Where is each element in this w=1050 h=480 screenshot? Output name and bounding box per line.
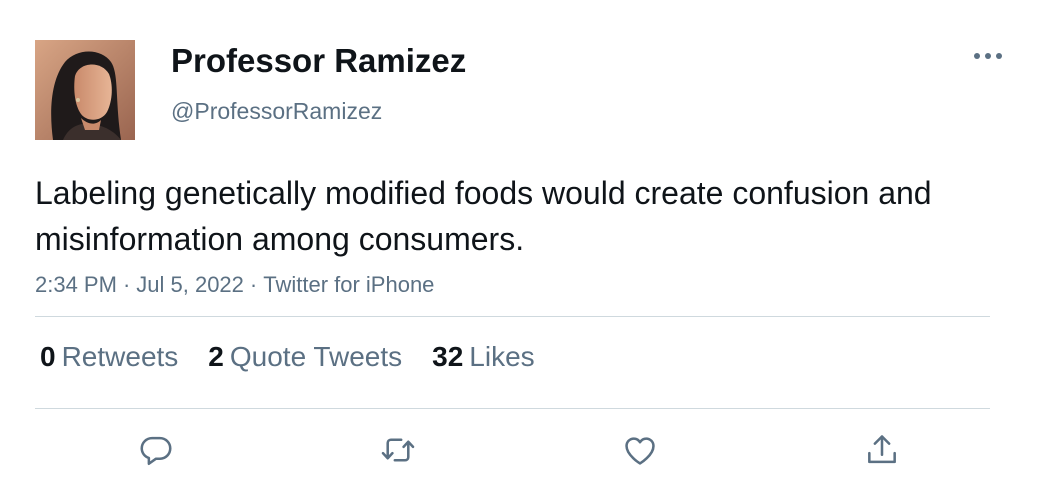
likes-stat[interactable]: 32 Likes	[432, 341, 535, 373]
share-button[interactable]	[860, 428, 904, 472]
tweet-stats: 0 Retweets 2 Quote Tweets 32 Likes	[40, 341, 565, 373]
author-handle[interactable]: @ProfessorRamizez	[171, 98, 382, 125]
tweet-source[interactable]: Twitter for iPhone	[263, 272, 434, 297]
quote-tweets-stat[interactable]: 2 Quote Tweets	[208, 341, 402, 373]
meta-separator: ·	[122, 272, 131, 297]
like-button[interactable]	[618, 428, 662, 472]
tweet-text: Labeling genetically modified foods woul…	[35, 175, 932, 257]
share-icon	[868, 435, 896, 464]
likes-label: Likes	[469, 341, 535, 372]
retweet-button[interactable]	[376, 428, 420, 472]
tweet-time[interactable]: 2:34 PM	[35, 272, 117, 297]
quote-tweets-label: Quote Tweets	[229, 341, 403, 372]
more-icon	[974, 53, 1002, 59]
avatar[interactable]	[35, 40, 135, 140]
more-options-button[interactable]	[968, 44, 1008, 68]
likes-count: 32	[432, 341, 464, 372]
meta-separator: ·	[249, 272, 258, 297]
reply-button[interactable]	[134, 428, 178, 472]
reply-icon	[140, 436, 172, 466]
retweets-label: Retweets	[61, 341, 179, 372]
heart-icon	[625, 437, 655, 465]
author-display-name[interactable]: Professor Ramizez	[171, 42, 466, 80]
divider	[35, 408, 990, 409]
retweet-icon	[381, 438, 415, 462]
quote-tweets-count: 2	[208, 341, 224, 372]
tweet-card: Professor Ramizez @ProfessorRamizez Labe…	[0, 0, 1050, 480]
tweet-meta: 2:34 PM · Jul 5, 2022 · Twitter for iPhone	[35, 272, 434, 298]
tweet-date[interactable]: Jul 5, 2022	[136, 272, 244, 297]
avatar-image	[35, 40, 135, 140]
divider	[35, 316, 990, 317]
retweets-stat[interactable]: 0 Retweets	[40, 341, 178, 373]
retweets-count: 0	[40, 341, 56, 372]
